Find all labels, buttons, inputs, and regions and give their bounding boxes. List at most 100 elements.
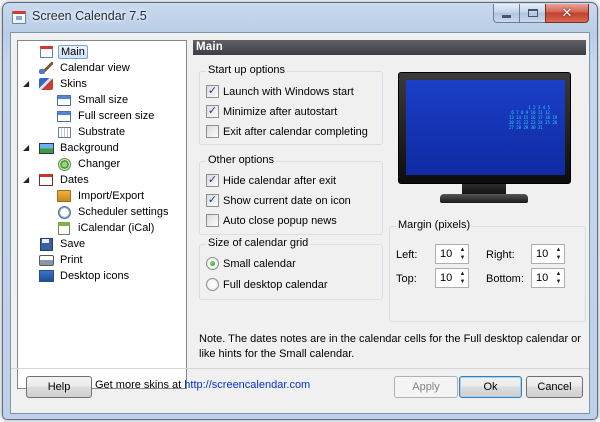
- settings-tree[interactable]: Main Calendar view ◢ Skins Small size Fu…: [17, 40, 187, 389]
- tree-item-dates[interactable]: Dates: [38, 172, 91, 188]
- radio-label: Full desktop calendar: [223, 278, 328, 291]
- skins-icon: [38, 77, 54, 91]
- cancel-button[interactable]: Cancel: [526, 376, 583, 398]
- radio-button[interactable]: [206, 257, 219, 270]
- margin-group: Margin (pixels) Left: 10 ▲ ▼ Right: 10 ▲ ▼…: [389, 219, 586, 322]
- tree-item-label: Changer: [78, 158, 121, 170]
- tree-item-full-screen-size[interactable]: Full screen size: [56, 108, 156, 124]
- hide-calendar-after-exit-checkbox[interactable]: ✓ Hide calendar after exit: [206, 174, 336, 187]
- icalendar-icon: [56, 221, 72, 235]
- checkbox-label: Auto close popup news: [223, 214, 337, 227]
- minimize-button[interactable]: [493, 4, 519, 23]
- minimize-icon: [502, 14, 511, 18]
- checkbox-box[interactable]: ✓: [206, 105, 219, 118]
- margin-bottom-spinner[interactable]: 10 ▲ ▼: [531, 268, 565, 288]
- import-export-icon: [56, 189, 72, 203]
- desktop-icons-icon: [38, 269, 54, 283]
- website-link[interactable]: http://screencalendar.com: [184, 379, 310, 391]
- tree-item-label: Dates: [60, 174, 89, 186]
- launch-with-windows-checkbox[interactable]: ✓ Launch with Windows start: [206, 85, 354, 98]
- get-more-skins-label: Get more skins at: [95, 379, 182, 391]
- spinner-arrows-icon[interactable]: ▲ ▼: [553, 245, 564, 263]
- maximize-button[interactable]: [519, 4, 545, 23]
- checkbox-box[interactable]: ✓: [206, 174, 219, 187]
- full-desktop-calendar-radio[interactable]: Full desktop calendar: [206, 278, 328, 291]
- group-title: Start up options: [206, 64, 288, 76]
- grid-icon: [56, 125, 72, 139]
- ok-button[interactable]: Ok: [459, 376, 522, 398]
- margin-left-value[interactable]: 10: [436, 248, 457, 260]
- tree-item-label: Small size: [78, 94, 129, 106]
- get-more-skins: Get more skins at http://screencalendar.…: [95, 379, 310, 391]
- group-title: Margin (pixels): [396, 219, 473, 231]
- close-button[interactable]: ✕: [545, 4, 589, 23]
- tree-item-label: Scheduler settings: [78, 206, 169, 218]
- tree-item-label: iCalendar (iCal): [78, 222, 155, 234]
- help-button[interactable]: Help: [26, 376, 92, 398]
- checkbox-box[interactable]: ✓: [206, 194, 219, 207]
- tree-item-icalendar[interactable]: iCalendar (iCal): [56, 220, 156, 236]
- minimize-after-autostart-checkbox[interactable]: ✓ Minimize after autostart: [206, 105, 337, 118]
- margin-right-value[interactable]: 10: [532, 248, 553, 260]
- background-icon: [38, 141, 54, 155]
- collapse-arrow-icon[interactable]: ◢: [23, 176, 31, 184]
- margin-right-spinner[interactable]: 10 ▲ ▼: [531, 244, 565, 264]
- margin-top-spinner[interactable]: 10 ▲ ▼: [435, 268, 469, 288]
- monitor-screen: 1 2 3 4 5 6 7 8 9 10 11 12 13 14 15 16 1…: [406, 80, 565, 175]
- changer-icon: [56, 157, 72, 171]
- tree-item-substrate[interactable]: Substrate: [56, 124, 127, 140]
- radio-label: Small calendar: [223, 257, 296, 270]
- title-bar[interactable]: Screen Calendar 7.5 ✕: [3, 3, 597, 31]
- spinner-arrows-icon[interactable]: ▲ ▼: [457, 245, 468, 263]
- app-window: Screen Calendar 7.5 ✕ Main Calendar view…: [2, 2, 598, 420]
- margin-left-spinner[interactable]: 10 ▲ ▼: [435, 244, 469, 264]
- tree-item-import-export[interactable]: Import/Export: [56, 188, 146, 204]
- tree-item-changer[interactable]: Changer: [56, 156, 122, 172]
- tree-item-label: Import/Export: [78, 190, 145, 202]
- other-options-group: Other options ✓ Hide calendar after exit…: [199, 154, 383, 235]
- scheduler-icon: [56, 205, 72, 219]
- tree-item-small-size[interactable]: Small size: [56, 92, 130, 108]
- margin-left-label: Left:: [396, 249, 418, 261]
- checkbox-label: Minimize after autostart: [223, 105, 338, 118]
- checkbox-label: Show current date on icon: [223, 194, 351, 207]
- checkbox-box[interactable]: [206, 125, 219, 138]
- tree-item-save[interactable]: Save: [38, 236, 87, 252]
- tree-item-calendar-view[interactable]: Calendar view: [38, 60, 132, 76]
- tree-item-print[interactable]: Print: [38, 252, 85, 268]
- spinner-arrows-icon[interactable]: ▲ ▼: [553, 269, 564, 287]
- margin-bottom-value[interactable]: 10: [532, 272, 553, 284]
- auto-close-popup-checkbox[interactable]: Auto close popup news: [206, 214, 337, 227]
- group-title: Size of calendar grid: [206, 237, 311, 249]
- tree-item-background[interactable]: Background: [38, 140, 121, 156]
- collapse-arrow-icon[interactable]: ◢: [23, 80, 31, 88]
- dialog-client-area: Main Calendar view ◢ Skins Small size Fu…: [10, 32, 590, 414]
- tree-item-label: Save: [60, 238, 86, 250]
- checkbox-label: Launch with Windows start: [223, 85, 354, 98]
- tree-item-desktop-icons[interactable]: Desktop icons: [38, 268, 131, 284]
- tree-item-label: Background: [60, 142, 119, 154]
- margin-right-label: Right:: [486, 249, 515, 261]
- radio-button[interactable]: [206, 278, 219, 291]
- checkbox-box[interactable]: ✓: [206, 85, 219, 98]
- close-icon: ✕: [561, 5, 573, 20]
- collapse-arrow-icon[interactable]: ◢: [23, 144, 31, 152]
- tree-item-scheduler-settings[interactable]: Scheduler settings: [56, 204, 171, 220]
- margin-top-label: Top:: [396, 273, 417, 285]
- checkbox-box[interactable]: [206, 214, 219, 227]
- monitor-base: [440, 194, 528, 203]
- exit-after-completing-checkbox[interactable]: Exit after calendar completing: [206, 125, 368, 138]
- dates-icon: [38, 173, 54, 187]
- full-window-icon: [56, 109, 72, 123]
- monitor-icon: 1 2 3 4 5 6 7 8 9 10 11 12 13 14 15 16 1…: [398, 72, 571, 184]
- spinner-arrows-icon[interactable]: ▲ ▼: [457, 269, 468, 287]
- small-calendar-radio[interactable]: Small calendar: [206, 257, 296, 270]
- show-current-date-checkbox[interactable]: ✓ Show current date on icon: [206, 194, 351, 207]
- tree-item-main[interactable]: Main: [38, 44, 88, 60]
- apply-button[interactable]: Apply: [394, 376, 458, 398]
- brush-icon: [38, 61, 54, 75]
- tree-item-skins[interactable]: Skins: [38, 76, 89, 92]
- app-calendar-icon[interactable]: [12, 11, 26, 24]
- tree-item-label: Full screen size: [78, 110, 155, 122]
- margin-top-value[interactable]: 10: [436, 272, 457, 284]
